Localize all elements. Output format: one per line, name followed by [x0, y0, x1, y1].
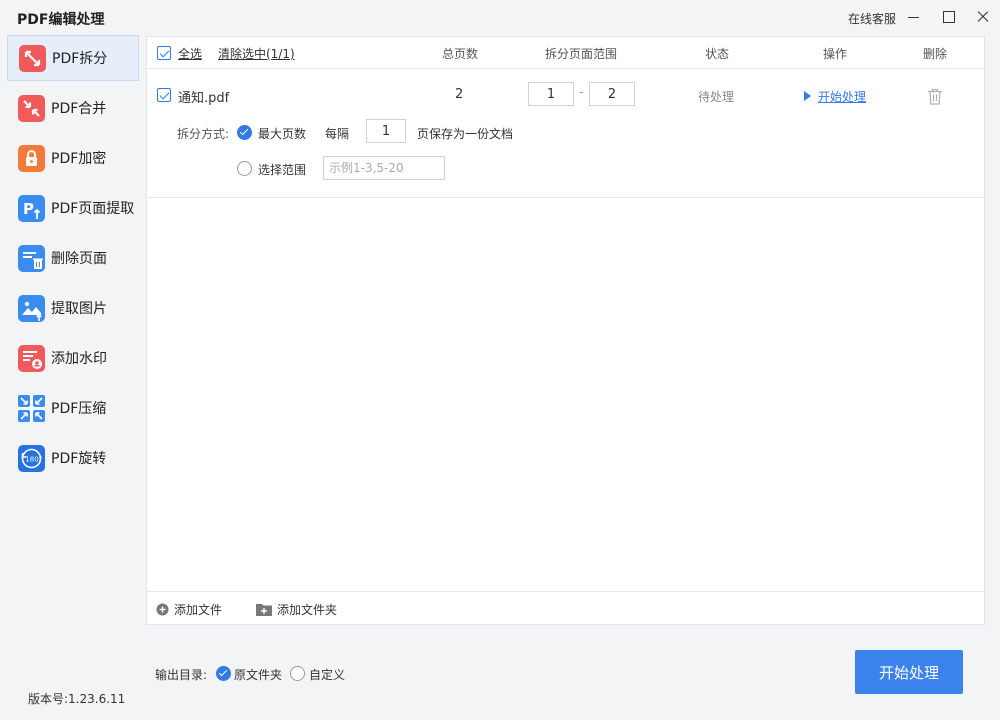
panel-footer: 添加文件 添加文件夹 [147, 591, 984, 624]
range-from-input[interactable]: 1 [528, 82, 574, 106]
sidebar-item-label: PDF拆分 [52, 51, 108, 67]
table-row: 通知.pdf 2 1 - 2 待处理 开始处理 拆分方式: 最大页数 每隔 1 … [147, 70, 984, 198]
sidebar-item-label: PDF页面提取 [51, 201, 135, 217]
select-all-link[interactable]: 全选 [178, 45, 202, 62]
original-folder-label: 原文件夹 [234, 668, 283, 682]
sidebar-item-label: PDF压缩 [51, 401, 107, 417]
sidebar-item-extract-image[interactable]: 提取图片 [7, 285, 139, 331]
extract-page-icon: P [18, 194, 45, 222]
rotate-pdf-icon: 180° [18, 444, 45, 472]
svg-text:P: P [23, 200, 34, 218]
output-options: 输出目录: [155, 666, 207, 683]
header-split-range: 拆分页面范围 [545, 47, 618, 61]
radio-select-range[interactable] [237, 161, 252, 176]
play-icon[interactable] [804, 91, 811, 101]
lock-pdf-icon [18, 144, 45, 172]
start-processing-button[interactable]: 开始处理 [855, 650, 963, 694]
add-folder-label: 添加文件夹 [277, 603, 338, 617]
row-checkbox[interactable] [157, 88, 171, 102]
maximize-icon[interactable] [941, 8, 957, 26]
radio-original-folder[interactable] [216, 666, 231, 681]
total-pages-value: 2 [455, 87, 464, 102]
custom-folder-label: 自定义 [309, 668, 346, 682]
sidebar-item-pdf-merge[interactable]: PDF合并 [7, 85, 139, 131]
plus-circle-icon [156, 603, 169, 616]
close-icon[interactable] [975, 8, 991, 26]
range-to-input[interactable]: 2 [589, 82, 635, 106]
version-label: 版本号:1.23.6.11 [28, 692, 126, 706]
select-all-checkbox[interactable] [157, 46, 171, 60]
sidebar-item-pdf-encrypt[interactable]: PDF加密 [7, 135, 139, 181]
app-title: PDF编辑处理 [17, 12, 105, 28]
watermark-icon [18, 344, 45, 372]
sidebar-item-label: 添加水印 [51, 351, 107, 367]
every-label: 每隔 [325, 127, 350, 141]
delete-page-icon [18, 244, 45, 272]
range-expression-input[interactable]: 示例1-3,5-20 [323, 156, 445, 180]
sidebar-item-label: PDF合并 [51, 101, 107, 117]
sidebar-item-pdf-page-extract[interactable]: P PDF页面提取 [7, 185, 139, 231]
header-action: 操作 [823, 47, 848, 61]
sidebar-item-add-watermark[interactable]: 添加水印 [7, 335, 139, 381]
header-delete: 删除 [923, 47, 948, 61]
sidebar-item-label: 提取图片 [51, 301, 107, 317]
header-total-pages: 总页数 [442, 47, 479, 61]
sidebar-item-pdf-rotate[interactable]: 180° PDF旋转 [7, 435, 139, 481]
sidebar-item-label: PDF加密 [51, 151, 107, 167]
sidebar-item-label: PDF旋转 [51, 451, 107, 467]
add-folder-button[interactable]: 添加文件夹 [256, 601, 337, 618]
sidebar-item-label: 删除页面 [51, 251, 107, 267]
file-list-panel: 全选 清除选中(1/1) 总页数 拆分页面范围 状态 操作 删除 通知.pdf … [146, 36, 985, 625]
merge-pdf-icon [18, 94, 45, 122]
header-status: 状态 [705, 47, 730, 61]
online-support-link[interactable]: 在线客服 [848, 10, 896, 27]
split-pdf-icon [19, 44, 46, 72]
sidebar-item-pdf-split[interactable]: PDF拆分 [7, 35, 139, 81]
add-file-button[interactable]: 添加文件 [156, 601, 222, 618]
output-dir-label: 输出目录: [155, 668, 208, 682]
sidebar-item-pdf-compress[interactable]: PDF压缩 [7, 385, 139, 431]
radio-max-pages[interactable] [237, 125, 252, 140]
range-separator: - [579, 85, 584, 100]
start-process-link[interactable]: 开始处理 [818, 88, 866, 105]
clear-selection-link[interactable]: 清除选中(1/1) [218, 45, 295, 62]
extract-image-icon [18, 294, 45, 322]
minimize-icon[interactable] [906, 8, 922, 26]
title-bar: PDF编辑处理 在线客服 [0, 0, 1000, 34]
sidebar-item-delete-page[interactable]: 删除页面 [7, 235, 139, 281]
split-method-label: 拆分方式: [177, 127, 230, 141]
status-badge: 待处理 [698, 90, 735, 104]
save-as-doc-label: 页保存为一份文档 [417, 127, 514, 141]
add-file-label: 添加文件 [174, 603, 223, 617]
file-name: 通知.pdf [178, 91, 230, 106]
table-header: 全选 清除选中(1/1) 总页数 拆分页面范围 状态 操作 删除 [147, 37, 984, 69]
radio-custom-folder[interactable] [290, 666, 305, 681]
folder-plus-icon [256, 603, 272, 616]
trash-icon[interactable] [927, 88, 943, 105]
pages-per-file-input[interactable]: 1 [366, 119, 406, 143]
compress-pdf-icon [18, 394, 45, 422]
rotate-badge-text: 180° [25, 455, 42, 463]
option-max-pages-label: 最大页数 [258, 127, 307, 141]
option-select-range-label: 选择范围 [258, 163, 307, 177]
